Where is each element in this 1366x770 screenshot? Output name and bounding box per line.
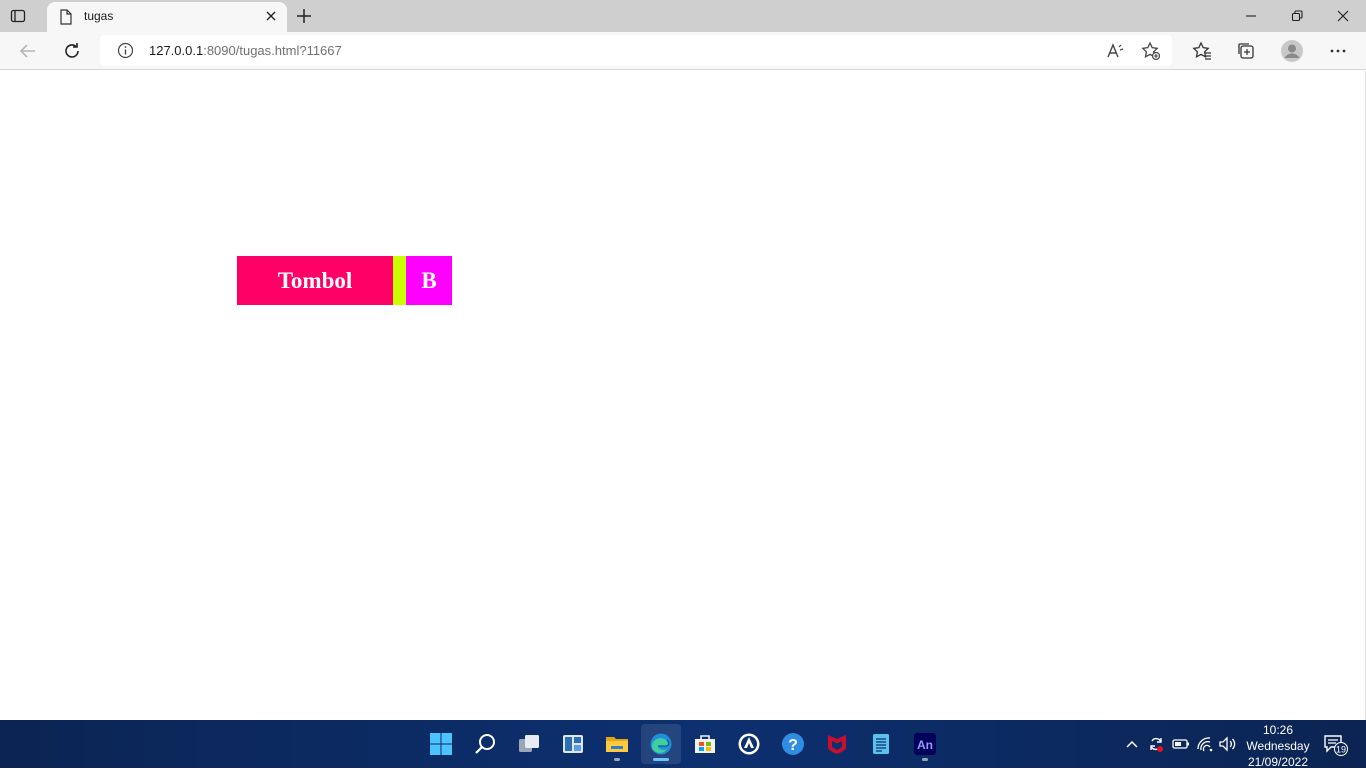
address-bar[interactable]: 127.0.0.1:8090/tugas.html?11667 — [100, 35, 1172, 66]
file-explorer-button[interactable] — [597, 724, 637, 764]
mcafee-button[interactable] — [817, 724, 857, 764]
search-button[interactable] — [465, 724, 505, 764]
app-button[interactable] — [729, 724, 769, 764]
show-hidden-icons-icon[interactable] — [1122, 734, 1142, 754]
animate-label: An — [917, 738, 933, 752]
favorites-icon[interactable] — [1192, 41, 1212, 61]
widgets-icon — [563, 735, 583, 753]
more-options-icon[interactable] — [1328, 41, 1348, 61]
read-aloud-icon[interactable] — [1105, 41, 1125, 61]
site-info-icon[interactable] — [117, 42, 134, 59]
tombol-button[interactable]: Tombol — [237, 256, 393, 305]
url-path: :8090/tugas.html?11667 — [203, 43, 342, 58]
start-icon — [430, 733, 452, 755]
animate-icon: An — [914, 733, 936, 755]
edge-icon — [650, 733, 672, 755]
task-view-icon — [519, 735, 539, 752]
profile-avatar-icon[interactable] — [1280, 39, 1304, 63]
back-icon[interactable] — [18, 41, 38, 61]
new-tab-icon[interactable] — [295, 7, 313, 25]
navigation-bar: 127.0.0.1:8090/tugas.html?11667 — [0, 32, 1366, 70]
tab-actions-icon[interactable] — [10, 8, 26, 24]
widgets-button[interactable] — [553, 724, 593, 764]
help-button[interactable]: ? — [773, 724, 813, 764]
minimize-icon[interactable] — [1243, 8, 1259, 24]
close-tab-icon[interactable] — [264, 9, 278, 23]
notepad-icon — [873, 734, 889, 754]
page-viewport: Tombol B — [0, 71, 1366, 720]
refresh-icon[interactable] — [62, 41, 82, 61]
collections-icon[interactable] — [1236, 41, 1256, 61]
notepad-button[interactable] — [861, 724, 901, 764]
restore-icon[interactable] — [1289, 8, 1305, 24]
running-indicator — [614, 758, 620, 761]
edge-button[interactable] — [641, 724, 681, 764]
help-icon: ? — [782, 733, 804, 755]
url-text[interactable]: 127.0.0.1:8090/tugas.html?11667 — [149, 43, 342, 58]
tab-title: tugas — [84, 9, 114, 23]
system-clock[interactable]: 10:26 Wednesday 21/09/2022 — [1240, 722, 1316, 770]
microsoft-store-icon — [695, 735, 715, 753]
battery-icon[interactable] — [1171, 734, 1191, 754]
start-button[interactable] — [421, 724, 461, 764]
svg-text:?: ? — [788, 737, 798, 754]
volume-icon[interactable] — [1218, 734, 1238, 754]
clock-day: Wednesday — [1246, 739, 1310, 753]
add-favorite-icon[interactable] — [1141, 41, 1161, 61]
notification-count: 19 — [1336, 745, 1346, 755]
notifications-icon[interactable]: 19 — [1323, 733, 1349, 757]
middle-button[interactable] — [393, 256, 406, 305]
animate-button[interactable]: An — [905, 724, 945, 764]
close-window-icon[interactable] — [1335, 8, 1351, 24]
b-button[interactable]: B — [406, 256, 452, 305]
browser-tab[interactable]: tugas — [47, 2, 287, 32]
url-host: 127.0.0.1 — [149, 43, 204, 58]
app-icon — [738, 733, 760, 755]
taskbar: ? An 10:26 Wednesday 21/09/2022 19 — [0, 720, 1366, 770]
file-explorer-icon — [606, 737, 628, 752]
page-icon — [59, 9, 73, 25]
search-icon — [475, 734, 495, 754]
active-indicator — [653, 758, 669, 761]
sync-icon[interactable] — [1146, 734, 1166, 754]
mcafee-icon — [828, 735, 846, 754]
microsoft-store-button[interactable] — [685, 724, 725, 764]
clock-time: 10:26 — [1262, 723, 1294, 737]
tab-strip: tugas — [0, 0, 1366, 32]
wifi-icon[interactable] — [1195, 734, 1215, 754]
button-group: Tombol B — [237, 256, 452, 305]
running-indicator — [922, 758, 928, 761]
task-view-button[interactable] — [509, 724, 549, 764]
